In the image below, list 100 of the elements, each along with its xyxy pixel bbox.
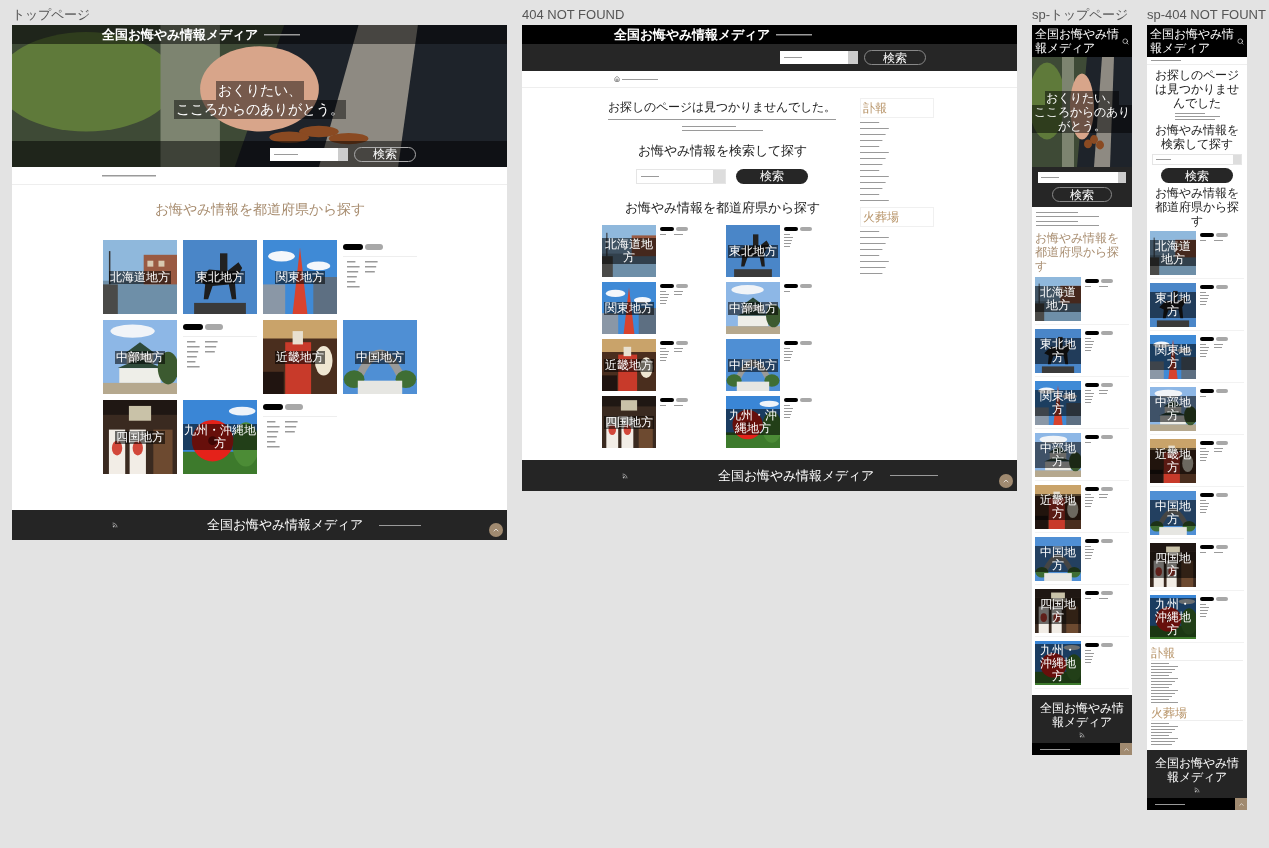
region-card[interactable]: 北海道地方: [102, 240, 177, 314]
rss-icon[interactable]: [622, 472, 628, 479]
search-field[interactable]: [780, 51, 858, 64]
search-icon[interactable]: [1237, 37, 1244, 45]
region-card[interactable]: 東北地方: [1035, 329, 1081, 373]
text-lines-drawing: [1200, 448, 1223, 461]
text-lines-drawing: [1151, 663, 1178, 703]
region-card[interactable]: 中国地方: [1150, 491, 1196, 535]
detail-tag[interactable]: [1101, 279, 1113, 283]
detail-tag[interactable]: [1101, 539, 1113, 543]
text-lines-drawing: [1200, 604, 1209, 617]
region-card[interactable]: 関東地方: [602, 282, 656, 334]
region-card[interactable]: 四国地方: [1035, 589, 1081, 633]
text-lines-drawing: [622, 78, 658, 80]
detail-tag[interactable]: [1101, 383, 1113, 387]
detail-tag[interactable]: [676, 398, 688, 402]
region-card[interactable]: 近畿地方: [602, 339, 656, 391]
search-field[interactable]: [1152, 154, 1242, 165]
region-card[interactable]: 北海道地方: [602, 225, 656, 277]
detail-tag[interactable]: [800, 227, 812, 231]
region-tag: [1085, 539, 1099, 543]
text-lines-drawing: [660, 405, 683, 406]
detail-tag[interactable]: [676, 284, 688, 288]
chevron-up-icon: [1002, 477, 1010, 485]
back-to-top-button[interactable]: [489, 523, 503, 537]
detail-tag[interactable]: [1216, 389, 1228, 393]
search-icon[interactable]: [1122, 37, 1129, 45]
region-card[interactable]: 中部地方: [102, 320, 177, 394]
region-card[interactable]: 中国地方: [726, 339, 780, 391]
region-card[interactable]: 近畿地方: [262, 320, 337, 394]
region-tag: [660, 227, 674, 231]
detail-tag[interactable]: [1101, 643, 1113, 647]
text-lines-drawing: [1085, 286, 1108, 287]
region-card[interactable]: 関東地方: [1035, 381, 1081, 425]
site-title[interactable]: 全国お悔やみ情報メディア: [614, 24, 770, 45]
region-card[interactable]: 北海道地方: [1150, 231, 1196, 275]
region-tag: [1200, 441, 1214, 445]
region-card[interactable]: 四国地方: [1150, 543, 1196, 587]
region-card[interactable]: 関東地方: [1150, 335, 1196, 379]
region-card[interactable]: 中部地方: [1035, 433, 1081, 477]
detail-tag[interactable]: [676, 341, 688, 345]
back-to-top-button[interactable]: [999, 474, 1013, 488]
detail-tag[interactable]: [1101, 487, 1113, 491]
region-card[interactable]: 九州・沖縄地方: [182, 400, 257, 474]
site-title[interactable]: 全国お悔やみ情報メディア: [1035, 27, 1122, 55]
region-card[interactable]: 東北地方: [726, 225, 780, 277]
region-card[interactable]: 中国地方: [342, 320, 417, 394]
detail-tag[interactable]: [1216, 285, 1228, 289]
search-field[interactable]: [1038, 172, 1126, 183]
detail-tag[interactable]: [800, 284, 812, 288]
sidebar-heading: 火葬場: [860, 207, 934, 227]
text-lines-drawing: [784, 57, 802, 58]
rss-icon[interactable]: [1079, 732, 1085, 738]
section-heading: お悔やみ情報を都道府県から探す: [153, 201, 366, 219]
detail-tag[interactable]: [800, 341, 812, 345]
region-card[interactable]: 九州・沖縄地方: [1035, 641, 1081, 685]
detail-tag[interactable]: [1216, 545, 1228, 549]
region-card[interactable]: 九州・沖縄地方: [1150, 595, 1196, 639]
search-field[interactable]: [636, 168, 726, 184]
detail-tag[interactable]: [800, 398, 812, 402]
region-card[interactable]: 近畿地方: [1035, 485, 1081, 529]
rss-icon[interactable]: [112, 522, 118, 528]
region-card[interactable]: 東北地方: [1150, 283, 1196, 327]
detail-tag[interactable]: [204, 324, 223, 330]
text-lines-drawing: [1085, 390, 1108, 403]
region-name: 近畿地方: [274, 350, 325, 364]
section-heading: お悔やみ情報を検索して探す: [637, 142, 807, 160]
detail-tag[interactable]: [1216, 441, 1228, 445]
text-lines-drawing: [1085, 338, 1094, 351]
region-card[interactable]: 中部地方: [1150, 387, 1196, 431]
detail-tag[interactable]: [1216, 493, 1228, 497]
detail-tag[interactable]: [1101, 591, 1113, 595]
region-name: 九州・沖縄地方: [182, 424, 257, 450]
chevron-up-icon: [1122, 745, 1130, 753]
region-card[interactable]: 東北地方: [182, 240, 257, 314]
detail-tag[interactable]: [676, 227, 688, 231]
region-card[interactable]: 近畿地方: [1150, 439, 1196, 483]
search-button[interactable]: 検索: [736, 168, 808, 184]
region-card[interactable]: 北海道地方: [1035, 277, 1081, 321]
detail-tag[interactable]: [1216, 337, 1228, 341]
site-title[interactable]: 全国お悔やみ情報メディア: [1150, 27, 1237, 55]
home-icon[interactable]: [614, 76, 620, 82]
region-name: 東北地方: [1150, 292, 1196, 318]
detail-tag[interactable]: [364, 244, 383, 250]
region-tag: [1085, 383, 1099, 387]
region-tag: [660, 284, 674, 288]
detail-tag[interactable]: [1101, 435, 1113, 439]
detail-tag[interactable]: [1216, 233, 1228, 237]
detail-tag[interactable]: [1216, 597, 1228, 601]
site-title[interactable]: 全国お悔やみ情報メディア: [102, 25, 258, 45]
region-card[interactable]: 九州・沖縄地方: [726, 396, 780, 448]
region-tag: [1200, 285, 1214, 289]
detail-tag[interactable]: [1101, 331, 1113, 335]
region-card[interactable]: 中部地方: [726, 282, 780, 334]
region-card[interactable]: 中国地方: [1035, 537, 1081, 581]
rss-icon[interactable]: [1194, 787, 1200, 793]
region-card[interactable]: 関東地方: [262, 240, 337, 314]
region-tag: [1200, 493, 1214, 497]
detail-tag[interactable]: [284, 404, 303, 410]
search-button[interactable]: 検索: [1161, 168, 1233, 183]
